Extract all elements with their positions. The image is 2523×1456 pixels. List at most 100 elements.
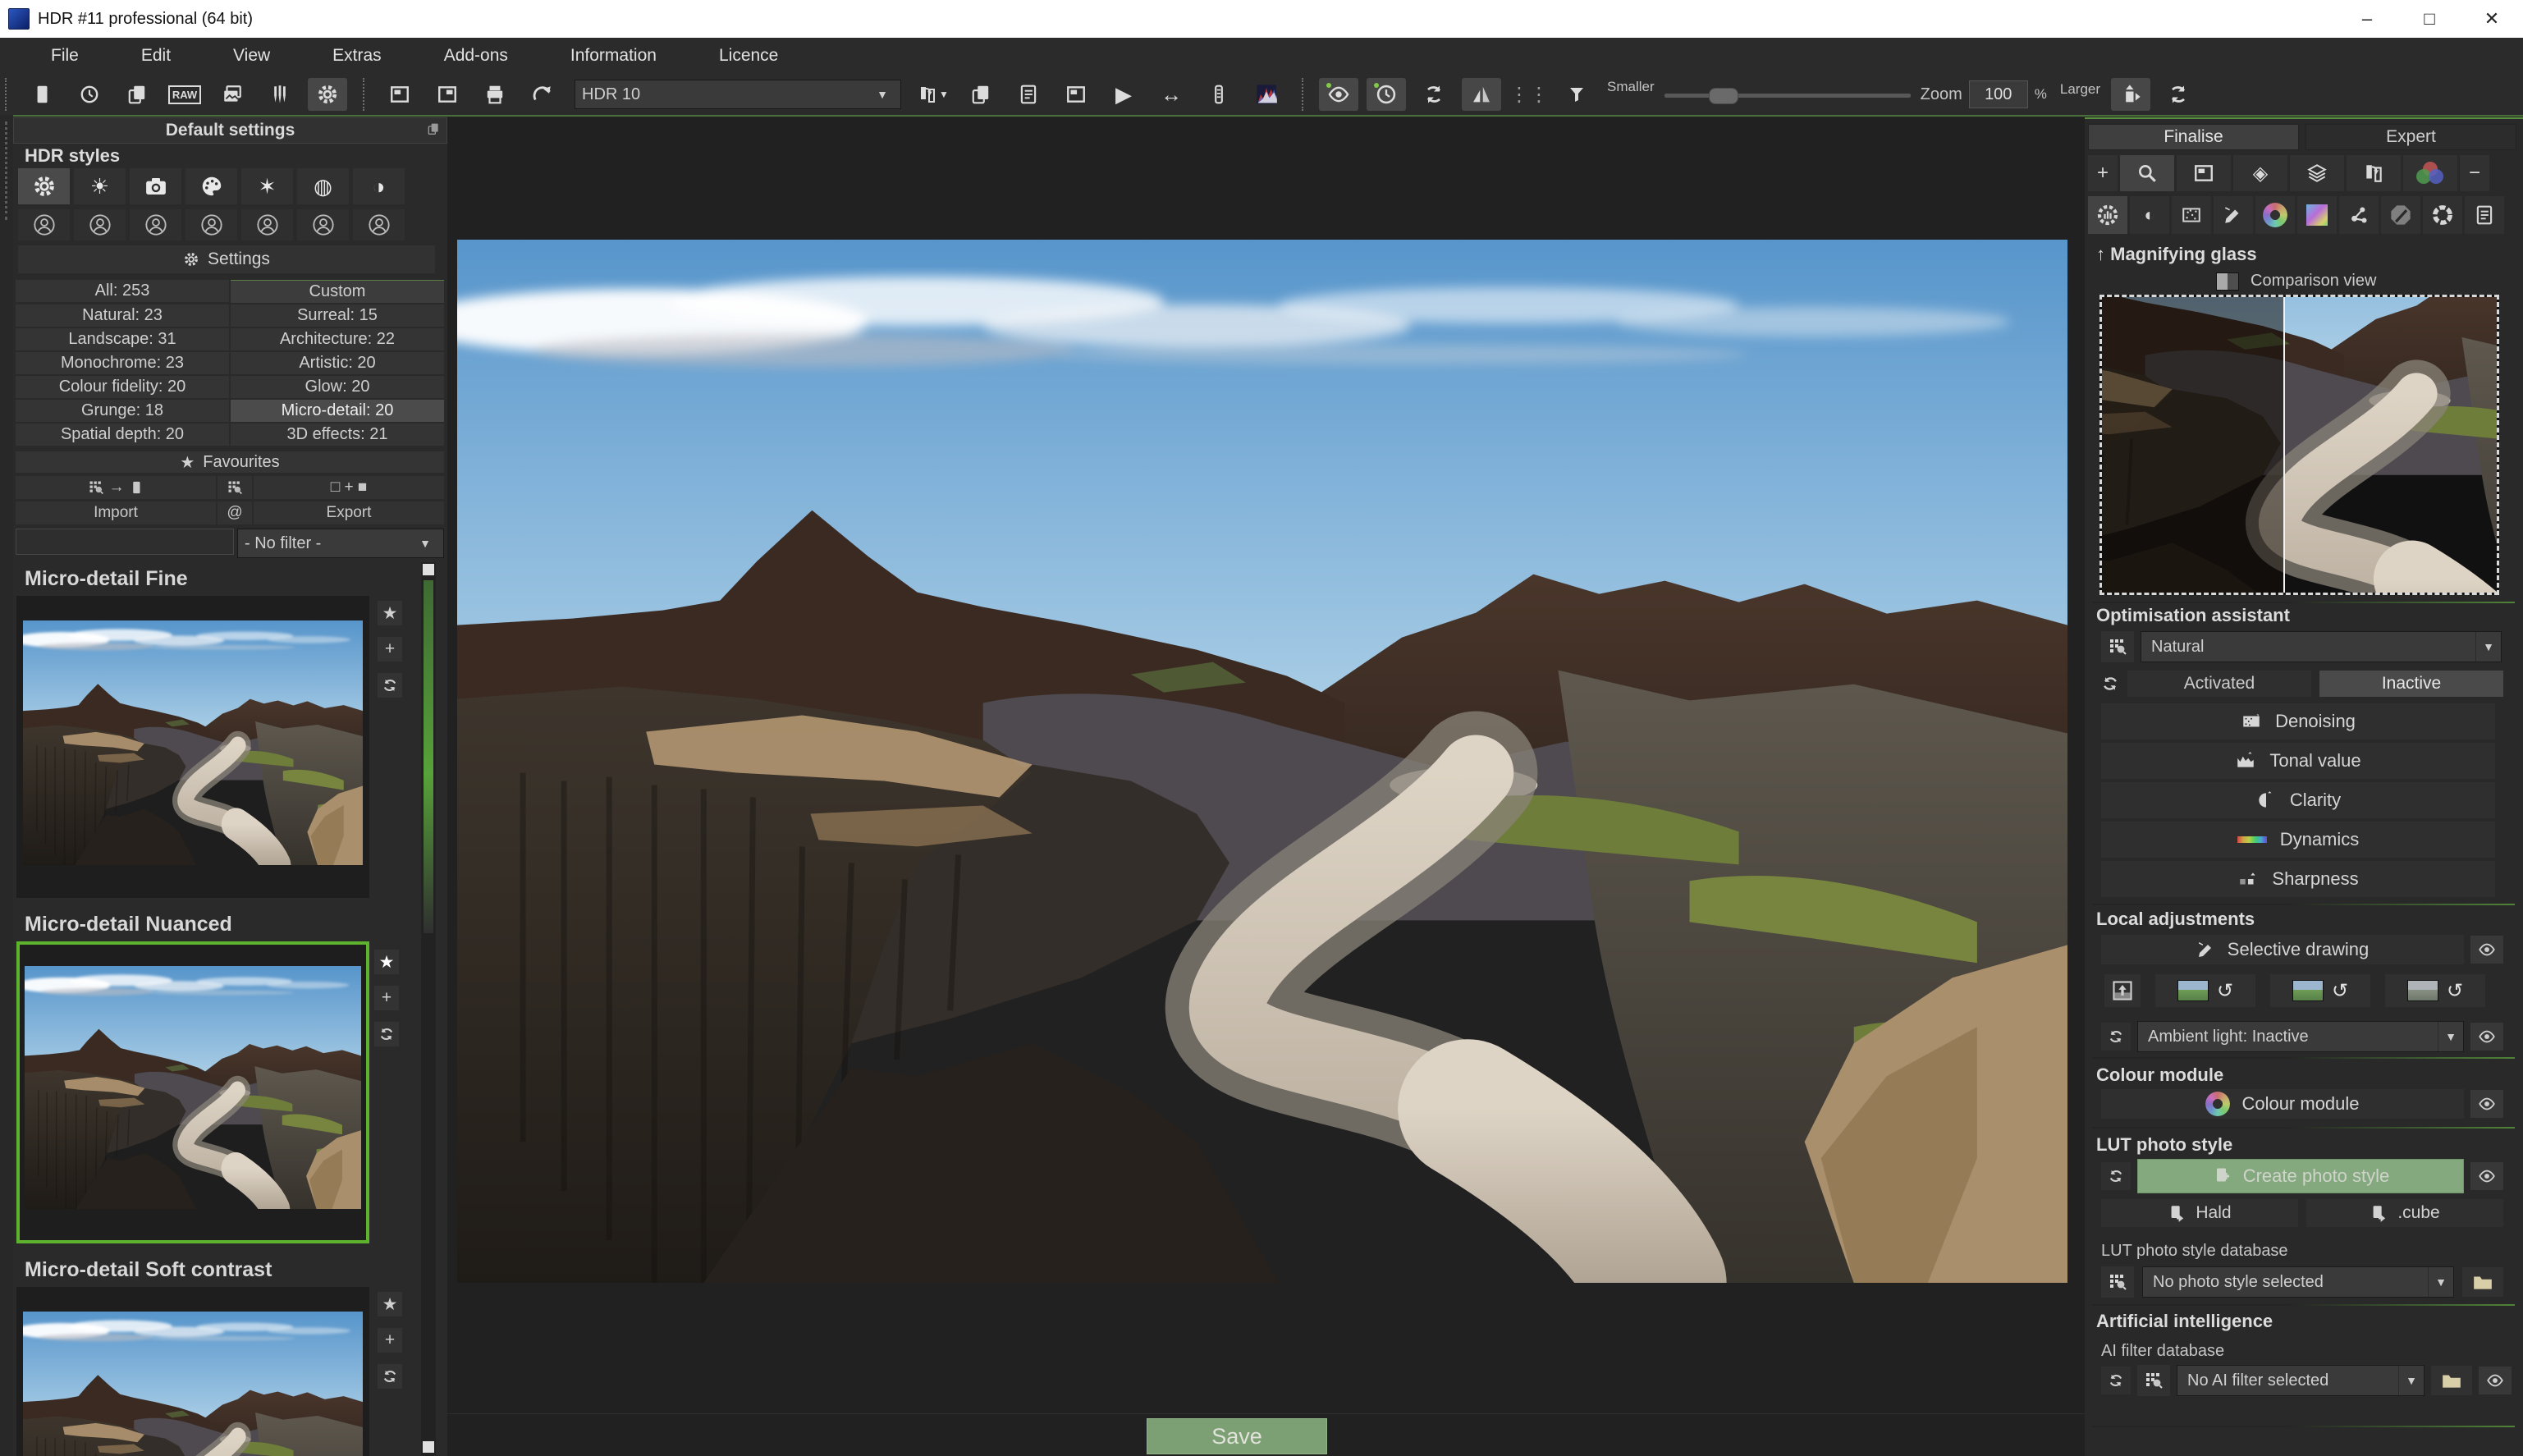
category-micro-detail[interactable]: Micro-detail: 20 [231, 400, 444, 422]
preset-list-scrollbar[interactable] [421, 562, 436, 1456]
preview-eye-button[interactable] [1319, 78, 1358, 111]
preset-search-box[interactable] [16, 529, 234, 555]
collapse-arrow-icon[interactable]: ↑ [2096, 244, 2105, 264]
aperture-tool-button[interactable] [2423, 196, 2462, 234]
favourites-button[interactable]: ★ Favourites [16, 451, 444, 473]
style-brightness-icon[interactable]: ☀ [74, 168, 126, 204]
style-camera-icon[interactable] [130, 168, 181, 204]
hald-export-button[interactable]: Hald [2101, 1199, 2298, 1227]
report-tool-button[interactable] [2465, 196, 2504, 234]
undock-icon[interactable] [427, 122, 440, 135]
main-photo[interactable] [457, 240, 2067, 1283]
play-slideshow-button[interactable]: ▶ [1104, 78, 1143, 111]
denoising-button[interactable]: Denoising [2101, 703, 2495, 739]
import-button[interactable]: Import [16, 501, 216, 524]
category-spatial-depth[interactable]: Spatial depth: 20 [16, 424, 229, 446]
scroll-down-handle[interactable] [423, 1441, 434, 1453]
category-surreal[interactable]: Surreal: 15 [231, 304, 444, 327]
image-width-button[interactable]: ↔ [1152, 78, 1191, 111]
export-button[interactable]: Export [254, 501, 444, 524]
preset-thumbnail-micro-detail-fine[interactable]: ★ + [16, 596, 369, 898]
optimisation-assistant-icon-button[interactable] [2088, 196, 2127, 234]
mask-up-button[interactable] [2104, 974, 2141, 1007]
duplicate-button[interactable] [961, 78, 1000, 111]
user-style-icon[interactable] [18, 209, 70, 240]
lut-database-grid-icon[interactable] [2101, 1266, 2134, 1298]
retouch-tool-button[interactable] [2381, 196, 2420, 234]
mask-layer-1-reset-button[interactable]: ↺ [2155, 974, 2255, 1007]
user-style-icon[interactable] [241, 209, 293, 240]
filter-dropdown[interactable]: - No filter - ▼ [237, 529, 444, 558]
assistant-presets-grid-icon[interactable] [2101, 631, 2134, 662]
inactive-button[interactable]: Inactive [2319, 671, 2503, 697]
dock-strip[interactable] [0, 115, 13, 1456]
clarity-button[interactable]: Clarity [2101, 782, 2495, 818]
remove-panel-button[interactable]: − [2460, 155, 2489, 191]
measure-button[interactable] [1199, 78, 1239, 111]
lut-folder-button[interactable] [2462, 1267, 2503, 1297]
preset-thumbnail-micro-detail-nuanced[interactable]: ★ + [16, 941, 369, 1243]
cube-export-button[interactable]: .cube [2306, 1199, 2503, 1227]
realtime-preview-button[interactable] [1367, 78, 1406, 111]
history-button[interactable] [70, 78, 109, 111]
add-preset-icon[interactable]: + [374, 986, 399, 1010]
category-colour-fidelity[interactable]: Colour fidelity: 20 [16, 376, 229, 398]
ambient-visibility-toggle[interactable] [2470, 1023, 2503, 1051]
filter-funnel-button[interactable] [1557, 78, 1596, 111]
rotate-view-button[interactable] [2159, 78, 2198, 111]
assistant-preset-dropdown[interactable]: Natural ▼ [2141, 631, 2502, 662]
colour-cube-tool-button[interactable] [2297, 196, 2337, 234]
zoom-slider[interactable] [1664, 78, 1911, 111]
category-natural[interactable]: Natural: 23 [16, 304, 229, 327]
user-style-icon[interactable] [130, 209, 181, 240]
save-button[interactable]: Save [1147, 1418, 1327, 1454]
raw-develop-button[interactable]: RAW [165, 78, 204, 111]
contrast-tool-button[interactable]: ◐ [2130, 196, 2169, 234]
preset-thumbnail-micro-detail-soft-contrast[interactable]: ★ + [16, 1287, 369, 1456]
colour-module-visibility-toggle[interactable] [2470, 1090, 2503, 1118]
zoom-slider-thumb[interactable] [1709, 88, 1738, 104]
histogram-button[interactable] [1247, 78, 1286, 111]
menu-edit[interactable]: Edit [110, 38, 202, 74]
brushes-button[interactable] [260, 78, 300, 111]
settings-button[interactable]: Settings [18, 245, 435, 273]
rgb-channels-button[interactable] [2403, 155, 2457, 191]
close-button[interactable]: ✕ [2461, 0, 2523, 38]
ai-refresh-button[interactable] [2101, 1367, 2131, 1394]
batch-processing-button[interactable]: ▼ [914, 78, 953, 111]
favourite-star-icon[interactable]: ★ [374, 950, 399, 974]
add-preset-icon[interactable]: + [378, 1328, 402, 1353]
print-button[interactable] [475, 78, 515, 111]
image-canvas[interactable]: Save [447, 117, 2085, 1456]
panel-right-toggle-button[interactable] [428, 78, 467, 111]
user-style-icon[interactable] [74, 209, 126, 240]
preview-window-button[interactable] [2177, 155, 2231, 191]
comparison-divider[interactable] [2283, 297, 2285, 593]
style-palette-icon[interactable] [185, 168, 237, 204]
tonal-value-button[interactable]: Tonal value [2101, 743, 2495, 779]
sharpness-button[interactable]: Sharpness [2101, 861, 2495, 897]
ai-folder-button[interactable] [2431, 1366, 2472, 1395]
maximize-button[interactable]: □ [2398, 0, 2461, 38]
ambient-light-dropdown[interactable]: Ambient light: Inactive ▼ [2137, 1021, 2464, 1052]
menu-information[interactable]: Information [539, 38, 688, 74]
copy-settings-button[interactable] [117, 78, 157, 111]
user-style-icon[interactable] [297, 209, 349, 240]
share-button[interactable] [523, 78, 562, 111]
column-compare-button[interactable] [2347, 155, 2401, 191]
user-style-icon[interactable] [185, 209, 237, 240]
magnifier-preview[interactable] [2099, 295, 2499, 595]
ambient-refresh-button[interactable] [2101, 1023, 2131, 1051]
menu-licence[interactable]: Licence [688, 38, 809, 74]
grain-tool-button[interactable] [2172, 196, 2211, 234]
create-photo-style-button[interactable]: Create photo style [2137, 1159, 2464, 1193]
user-style-icon[interactable] [353, 209, 405, 240]
category-glow[interactable]: Glow: 20 [231, 376, 444, 398]
ai-visibility-toggle[interactable] [2479, 1367, 2512, 1394]
category-grunge[interactable]: Grunge: 18 [16, 400, 229, 422]
zoom-input[interactable] [1969, 80, 2028, 108]
selective-draw-tool-button[interactable] [2214, 196, 2253, 234]
lut-refresh-button[interactable] [2101, 1162, 2131, 1190]
colour-wheel-tool-button[interactable] [2255, 196, 2295, 234]
menu-file[interactable]: File [20, 38, 110, 74]
